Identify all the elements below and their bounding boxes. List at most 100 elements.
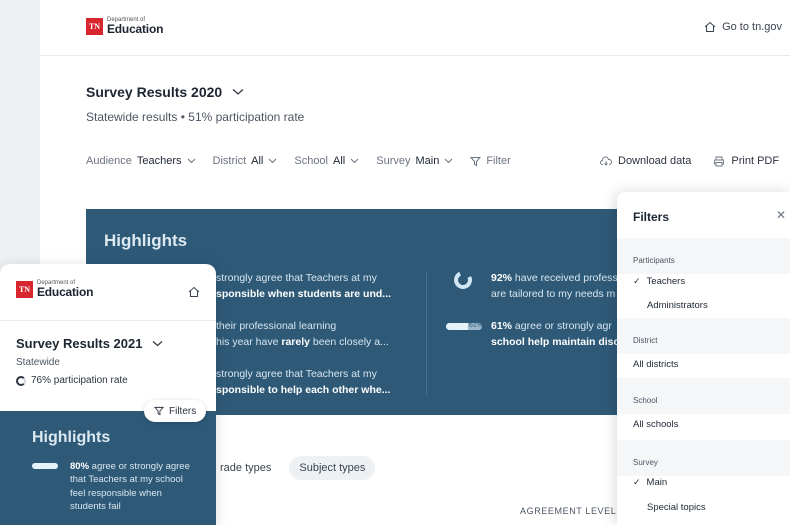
go-to-tn-link[interactable]: Go to tn.gov bbox=[704, 21, 782, 33]
section-participants: Participants bbox=[617, 238, 790, 274]
filters-bar: Audience Teachers District All School Al… bbox=[86, 155, 786, 167]
filter-label: School bbox=[294, 155, 328, 167]
funnel-icon bbox=[154, 406, 164, 416]
filter-label: District bbox=[212, 155, 247, 167]
mobile-card: TN Department of Education Survey Result… bbox=[0, 264, 216, 525]
close-icon[interactable]: ✕ bbox=[776, 208, 786, 222]
chevron-down-icon bbox=[232, 89, 244, 95]
agreement-level-header[interactable]: AGREEMENT LEVEL bbox=[520, 506, 631, 516]
filter-label: Survey bbox=[376, 155, 411, 167]
survey-title-dropdown[interactable]: Survey Results 2020 bbox=[86, 84, 304, 100]
option-main[interactable]: ✓ Main bbox=[633, 477, 667, 488]
option-all-schools[interactable]: All schools bbox=[633, 419, 678, 430]
highlights-panel: Highlights 80% agree or strongly agree t… bbox=[0, 411, 216, 525]
audience-filter[interactable]: Audience Teachers bbox=[86, 155, 196, 167]
section-label: Survey bbox=[633, 458, 658, 467]
section-label: District bbox=[633, 336, 658, 345]
rate-text: 76% participation rate bbox=[31, 375, 128, 386]
go-to-tn-label: Go to tn.gov bbox=[722, 21, 782, 33]
highlight-stat: strongly agree that Teachers at my spons… bbox=[216, 271, 391, 303]
option-teachers[interactable]: ✓ Teachers bbox=[633, 276, 685, 287]
printer-icon bbox=[714, 156, 725, 166]
progress-bar bbox=[32, 463, 58, 469]
tn-badge: TN bbox=[16, 280, 33, 298]
highlights-title: Highlights bbox=[32, 429, 111, 446]
option-administrators[interactable]: Administrators bbox=[647, 300, 708, 311]
survey-subtitle: Statewide results • 51% participation ra… bbox=[86, 110, 304, 124]
stat-emphasis: rarely bbox=[281, 335, 310, 348]
survey-filter[interactable]: Survey Main bbox=[376, 155, 453, 167]
option-label: Main bbox=[646, 477, 668, 488]
stat-line: their professional learning bbox=[216, 320, 337, 332]
chevron-down-icon bbox=[350, 158, 359, 164]
tab-subject-types[interactable]: Subject types bbox=[289, 456, 376, 480]
section-school: School bbox=[617, 378, 790, 414]
stat-line: are tailored to my needs m bbox=[491, 287, 616, 300]
highlight-stat: strongly agree that Teachers at my spons… bbox=[216, 367, 390, 399]
statewide-label: Statewide bbox=[16, 357, 60, 368]
stat-pct: 61% bbox=[491, 320, 513, 332]
school-filter[interactable]: School All bbox=[294, 155, 359, 167]
option-label: All schools bbox=[633, 419, 679, 430]
check-icon: ✓ bbox=[633, 276, 641, 286]
highlight-stat: 80% agree or strongly agree that Teacher… bbox=[70, 460, 200, 513]
district-filter[interactable]: District All bbox=[213, 155, 278, 167]
option-special-topics[interactable]: Special topics bbox=[647, 502, 706, 513]
agreement-label: AGREEMENT LEVEL bbox=[520, 506, 617, 516]
option-label: Administrators bbox=[647, 300, 708, 311]
filter-value: All bbox=[251, 155, 264, 167]
filter-label: Audience bbox=[86, 155, 132, 167]
option-label: All districts bbox=[633, 359, 679, 370]
chevron-down-icon bbox=[153, 341, 163, 347]
option-all-districts[interactable]: All districts bbox=[633, 359, 678, 370]
chevron-down-icon bbox=[269, 158, 277, 164]
donut-chart-icon bbox=[451, 268, 475, 292]
home-icon[interactable] bbox=[188, 286, 200, 298]
divider bbox=[0, 320, 216, 321]
option-label: Teachers bbox=[646, 276, 686, 287]
section-label: Participants bbox=[633, 256, 675, 265]
progress-fill bbox=[446, 323, 468, 330]
stat-line: sponsible to help each other whe... bbox=[216, 383, 391, 396]
stat-line: been closely a... bbox=[309, 335, 389, 348]
tn-education-logo[interactable]: TN Department of Education bbox=[86, 17, 163, 35]
survey-title: Survey Results 2020 bbox=[86, 84, 223, 100]
type-tabs: rade types Subject types bbox=[210, 456, 376, 480]
filters-panel-title: Filters bbox=[633, 210, 670, 224]
filter-value: Teachers bbox=[136, 155, 182, 167]
participation-rate: 51% participation rate bbox=[188, 110, 305, 124]
stat-line: have received profess bbox=[512, 272, 618, 284]
stat-line: sponsible when students are und... bbox=[216, 287, 392, 300]
tn-education-logo[interactable]: TN Department of Education bbox=[16, 280, 93, 298]
download-label: Download data bbox=[618, 155, 692, 167]
stat-line: strongly agree that Teachers at my bbox=[216, 272, 377, 284]
statewide-results: Statewide results bbox=[86, 110, 178, 124]
section-survey: Survey bbox=[617, 440, 790, 476]
filter-button[interactable]: Filter bbox=[470, 155, 511, 167]
highlights-title: Highlights bbox=[104, 231, 188, 250]
filters-button[interactable]: Filters bbox=[144, 400, 207, 422]
stat-pct: 80% bbox=[70, 461, 90, 472]
survey-title-dropdown[interactable]: Survey Results 2021 bbox=[16, 336, 163, 351]
check-icon: ✓ bbox=[633, 477, 641, 487]
filters-panel: Filters ✕ Participants ✓ Teachers Adminis… bbox=[617, 192, 790, 525]
donut-icon bbox=[16, 375, 26, 386]
download-data-button[interactable]: Download data bbox=[600, 155, 691, 167]
stat-pct: 92% bbox=[491, 272, 513, 284]
filters-button-label: Filters bbox=[169, 405, 197, 417]
print-pdf-button[interactable]: Print PDF bbox=[713, 155, 779, 167]
funnel-icon bbox=[470, 156, 482, 166]
stat-line: agree or strongly agr bbox=[512, 320, 612, 332]
tn-badge: TN bbox=[86, 17, 103, 35]
top-bar: TN Department of Education Go to tn.gov bbox=[40, 0, 790, 56]
logo-education: Education bbox=[107, 22, 164, 36]
home-icon bbox=[704, 21, 716, 32]
participation-rate: 76% participation rate bbox=[16, 375, 128, 386]
tab-grade-types[interactable]: rade types bbox=[210, 456, 281, 480]
chevron-down-icon bbox=[444, 158, 453, 164]
print-label: Print PDF bbox=[731, 155, 780, 167]
option-label: Special topics bbox=[647, 502, 706, 513]
section-label: School bbox=[633, 396, 658, 405]
logo-education: Education bbox=[37, 285, 94, 299]
filter-value: All bbox=[333, 155, 346, 167]
